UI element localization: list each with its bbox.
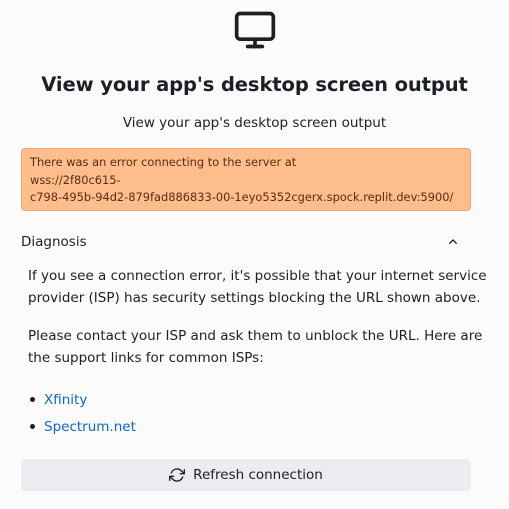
diagnosis-toggle[interactable]: Diagnosis	[21, 230, 471, 254]
desktop-output-panel: View your app's desktop screen output Vi…	[0, 0, 509, 509]
error-alert: There was an error connecting to the ser…	[21, 148, 471, 211]
diagnosis-instructions-line-2: the support links for common ISPs:	[28, 349, 264, 366]
diagnosis-explanation-line-2: provider (ISP) has security settings blo…	[28, 289, 481, 306]
refresh-icon	[169, 468, 186, 482]
diagnosis-explanation: If you see a connection error, it's poss…	[28, 266, 487, 309]
diagnosis-explanation-line-1: If you see a connection error, it's poss…	[28, 268, 487, 284]
error-url-part-2: c798-495b-94d2-879fad886833-00-1eyo5352c…	[30, 190, 454, 204]
list-item: Xfinity	[30, 386, 136, 413]
page-title: View your app's desktop screen output	[41, 73, 468, 96]
refresh-connection-button[interactable]: Refresh connection	[21, 459, 471, 491]
diagnosis-instructions: Please contact your ISP and ask them to …	[28, 326, 483, 369]
diagnosis-instructions-line-1: Please contact your ISP and ask them to …	[28, 328, 483, 344]
diagnosis-title: Diagnosis	[21, 234, 87, 250]
monitor-icon-wrapper	[0, 8, 509, 52]
error-message: There was an error connecting to the ser…	[30, 155, 297, 169]
bullet	[30, 424, 35, 429]
chevron-up-icon[interactable]	[445, 234, 461, 250]
monitor-icon	[234, 11, 275, 49]
xfinity-link[interactable]: Xfinity	[44, 392, 87, 408]
refresh-connection-label: Refresh connection	[193, 467, 323, 483]
list-item: Spectrum.net	[30, 413, 136, 440]
bullet	[30, 397, 35, 402]
isp-links-list: Xfinity Spectrum.net	[30, 386, 136, 440]
page-subtitle: View your app's desktop screen output	[122, 115, 387, 131]
spectrum-link[interactable]: Spectrum.net	[44, 419, 136, 435]
error-url-part-1: wss://2f80c615-	[30, 172, 121, 187]
